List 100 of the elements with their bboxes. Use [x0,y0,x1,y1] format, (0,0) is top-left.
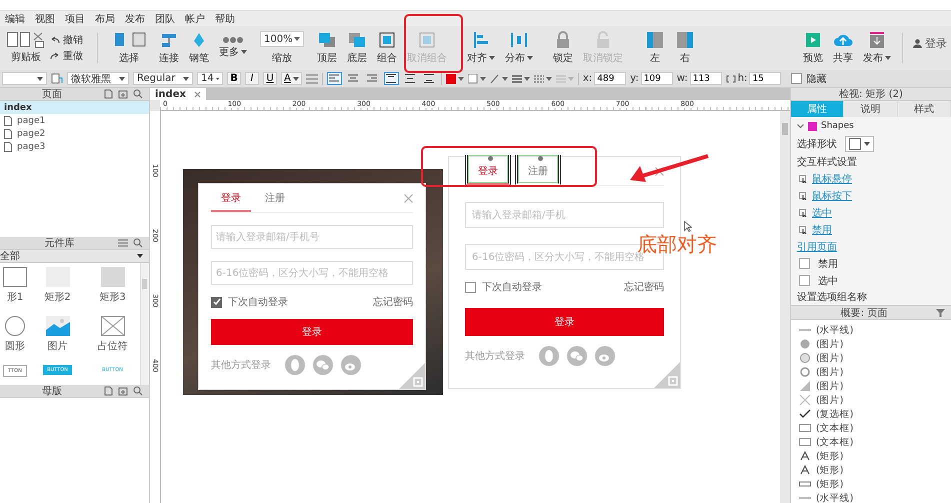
toolbar-button[interactable]: 更多 [214,37,252,59]
widget-item[interactable]: 圆形 [0,316,30,361]
add-folder-icon[interactable] [118,89,128,99]
toolbar-button[interactable]: 预览 [798,31,828,65]
forgot-password-link[interactable]: 忘记密码 [624,280,664,294]
toolbar-button[interactable]: 对齐 [462,31,500,65]
page-item[interactable]: page2 [0,127,149,140]
shape-dropdown[interactable] [845,136,874,152]
style-dropdown[interactable] [2,72,47,85]
menu-icon[interactable] [118,238,128,248]
outline-item[interactable]: (水平线) [799,323,951,337]
login-button[interactable]: 登录 [465,308,664,336]
widget-item[interactable]: 图片 [30,316,85,361]
toolbar-button[interactable]: 分布 [500,31,538,65]
login-tab[interactable]: 登录 [465,155,511,185]
coordinate-field[interactable]: 15 [749,72,782,85]
outline-item[interactable]: (文本框) [799,421,951,435]
text-style-button[interactable]: I [245,72,259,85]
zoom-dropdown[interactable]: 100% [260,31,304,47]
document-tab[interactable]: index [150,88,206,100]
add-folder-icon[interactable] [118,386,128,396]
shadow-icon[interactable] [468,74,486,84]
outline-item[interactable]: (图片) [799,365,951,379]
inspector-tab[interactable]: 说明 [844,101,898,117]
list-icon[interactable] [306,74,318,84]
option-checkbox[interactable] [799,258,810,270]
login-tab[interactable]: 注册 [255,191,295,212]
toolbar-button[interactable]: 钢笔 [184,31,214,65]
vertical-scrollbar[interactable] [140,263,149,385]
chevron-icon[interactable] [797,124,804,129]
line-weight-icon[interactable] [512,74,530,84]
text-style-button[interactable]: B [227,72,241,85]
toolbar-button[interactable]: 选择 [104,31,154,65]
widget-item[interactable]: 形1 [0,267,30,312]
outline-item[interactable]: (图片) [799,379,951,393]
toolbar-button[interactable]: 左 [640,31,670,65]
align-button[interactable] [402,72,418,85]
widget-item[interactable]: 矩形2 [30,267,85,312]
login-button[interactable]: 登录 [211,319,413,345]
inspector-tab[interactable]: 样式 [898,101,951,117]
toolbar-button[interactable]: 右 [670,31,700,65]
coordinate-field[interactable]: 109 [640,72,673,85]
login-button[interactable]: 登录 [909,36,951,60]
close-icon[interactable] [194,90,201,98]
menu-item[interactable]: 编辑 [0,12,30,26]
page-item[interactable]: page3 [0,140,149,153]
search-icon[interactable] [133,386,143,396]
menu-item[interactable]: 布局 [90,12,120,26]
input-field[interactable]: 6-16位密码，区分大小写，不能用空格 [211,261,413,285]
library-dropdown[interactable]: 全部 [0,250,149,263]
align-button[interactable] [326,72,342,85]
menu-item[interactable]: 帐户 [180,12,210,26]
forgot-password-link[interactable]: 忘记密码 [373,295,413,309]
remember-checkbox[interactable] [211,296,222,308]
widget-item[interactable]: 矩形3 [85,267,140,312]
outline-item[interactable]: (复选框) [799,407,951,421]
add-page-icon[interactable] [103,89,113,99]
toolbar-button[interactable]: 锁定 [548,31,578,65]
fill-color-icon[interactable] [446,74,464,84]
outline-item[interactable]: (图片) [799,351,951,365]
outline-item[interactable]: (矩形) [799,477,951,491]
outline-item[interactable]: (图片) [799,393,951,407]
hidden-checkbox[interactable] [791,73,802,84]
option-checkbox[interactable] [799,275,810,286]
add-page-icon[interactable] [103,386,113,396]
page-item[interactable]: index [0,101,149,114]
search-icon[interactable] [133,238,143,248]
history-button[interactable]: 撤销 [50,33,83,47]
filter-icon[interactable] [936,308,945,316]
menu-item[interactable]: 帮助 [210,12,240,26]
outline-item[interactable]: (文本框) [799,435,951,449]
font-size-dropdown[interactable]: 14 [197,72,223,85]
login-tab[interactable]: 登录 [211,191,251,212]
menu-item[interactable]: 团队 [150,12,180,26]
outline-item[interactable]: (水平线) [799,491,951,503]
menu-item[interactable]: 视图 [30,12,60,26]
font-dropdown[interactable]: 微软雅黑 [67,72,129,85]
page-item[interactable]: page1 [0,114,149,127]
coordinate-field[interactable]: 113 [690,72,722,85]
toolbar-button[interactable]: 底层 [342,31,372,65]
align-button[interactable] [384,72,399,85]
search-icon[interactable] [133,89,143,99]
toolbar-button[interactable]: 组合 [372,31,402,65]
menu-item[interactable]: 项目 [60,12,90,26]
lock-ratio-icon[interactable] [726,74,736,82]
coordinate-field[interactable]: 489 [594,72,626,85]
close-icon[interactable] [655,166,664,176]
line-pattern-icon[interactable] [534,74,552,84]
menu-item[interactable]: 发布 [120,12,150,26]
outline-item[interactable]: (矩形) [799,463,951,477]
text-style-button[interactable]: U [263,72,277,85]
outline-item[interactable]: (图片) [799,337,951,351]
login-tab[interactable]: 注册 [515,155,561,185]
widget-item[interactable]: 占位符 [85,316,140,361]
input-field[interactable]: 请输入登录邮箱/手机号 [211,225,413,249]
toolbar-button[interactable]: 共享 [828,31,858,65]
toolbar-button[interactable]: 发布 [858,31,896,65]
clipboard-button[interactable]: 剪贴板 [2,32,50,64]
outline-item[interactable]: (矩形) [799,449,951,463]
remember-checkbox[interactable] [465,282,476,292]
